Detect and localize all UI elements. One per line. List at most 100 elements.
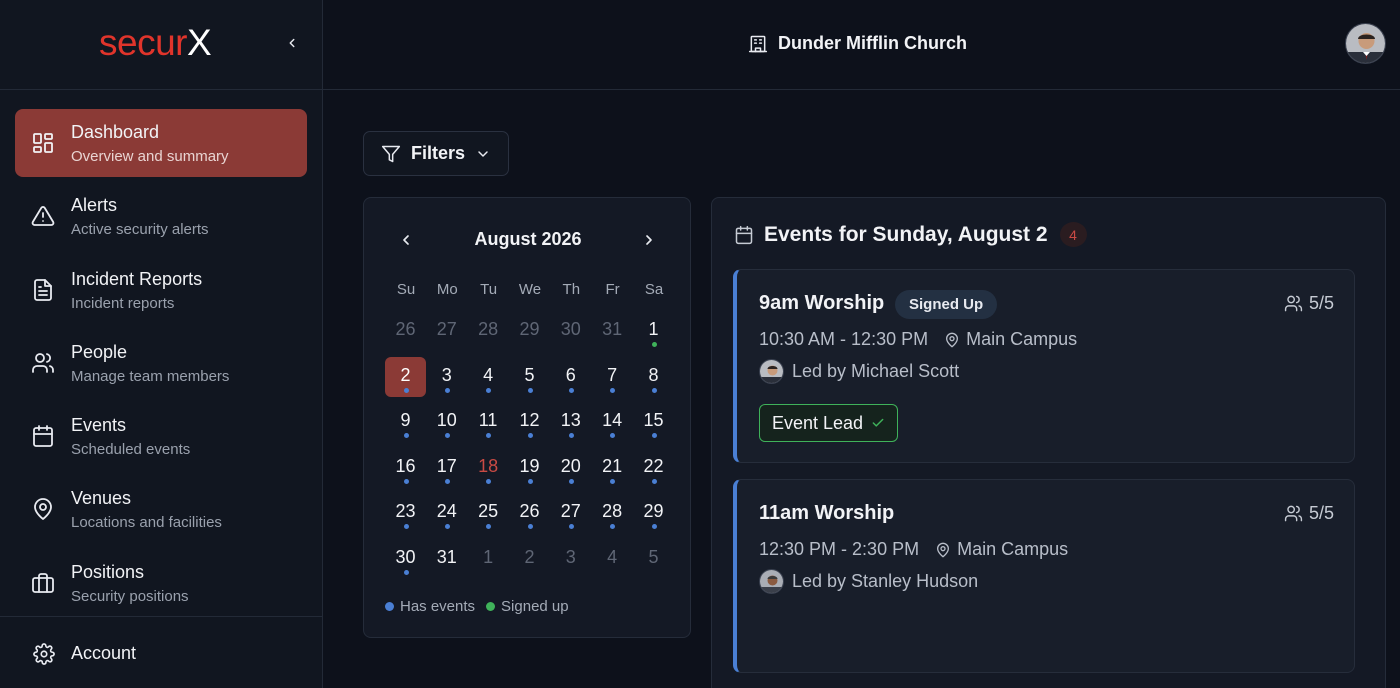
day-number: 5 xyxy=(524,364,535,385)
event-dot xyxy=(568,478,574,484)
event-dot xyxy=(651,524,657,529)
calendar-day[interactable]: 21 xyxy=(592,448,633,488)
calendar-day[interactable]: 13 xyxy=(550,402,591,442)
calendar-day[interactable]: 26 xyxy=(385,311,426,351)
calendar-weekdays: Su Mo Tu We Th Fr Sa xyxy=(385,281,675,301)
calendar-day[interactable]: 28 xyxy=(592,493,633,533)
sidebar-item-people[interactable]: People Manage team members xyxy=(15,329,307,397)
calendar-day[interactable]: 5 xyxy=(633,539,674,579)
day-number: 16 xyxy=(395,455,416,476)
day-number: 7 xyxy=(607,364,618,385)
calendar-day[interactable]: 27 xyxy=(550,493,591,533)
filters-button[interactable]: Filters xyxy=(363,131,509,176)
topbar: Dunder Mifflin Church xyxy=(323,0,1400,90)
day-number: 13 xyxy=(560,410,581,430)
calendar-day[interactable]: 29 xyxy=(633,493,674,533)
weekday-label: Th xyxy=(562,281,581,298)
sidebar-item-account[interactable]: Account xyxy=(15,635,307,671)
event-card[interactable]: 9am Worship Signed Up 5/5 10:30 AM - 12:… xyxy=(733,269,1355,463)
gear-icon xyxy=(33,643,55,665)
collapse-sidebar-button[interactable] xyxy=(282,33,302,53)
calendar-day[interactable]: 1 xyxy=(468,539,509,579)
calendar-day[interactable]: 7 xyxy=(592,357,633,397)
day-number: 12 xyxy=(519,410,540,430)
user-photo-icon xyxy=(760,360,783,383)
day-number: 24 xyxy=(436,501,457,521)
calendar-day[interactable]: 31 xyxy=(592,311,633,351)
day-number: 2 xyxy=(400,364,411,385)
calendar-day[interactable]: 30 xyxy=(550,311,591,351)
calendar-day[interactable]: 12 xyxy=(509,402,550,442)
calendar-day-today[interactable]: 18 xyxy=(468,448,509,488)
sidebar-item-title: Venues xyxy=(71,488,132,509)
day-number: 1 xyxy=(648,319,659,339)
event-leader: Led by Stanley Hudson xyxy=(759,569,978,594)
next-month-button[interactable] xyxy=(638,229,660,251)
event-dot xyxy=(403,478,409,484)
calendar-day[interactable]: 27 xyxy=(426,311,467,351)
sidebar-item-subtitle: Security positions xyxy=(71,587,189,605)
calendar-day[interactable]: 9 xyxy=(385,402,426,442)
event-dot xyxy=(486,524,492,529)
filter-icon xyxy=(381,145,401,162)
event-dot xyxy=(444,387,450,393)
calendar-day[interactable]: 24 xyxy=(426,493,467,533)
calendar-day[interactable]: 6 xyxy=(550,357,591,397)
sidebar-item-subtitle: Locations and facilities xyxy=(71,514,222,532)
calendar-day[interactable]: 8 xyxy=(633,357,674,397)
organization-switcher[interactable]: Dunder Mifflin Church xyxy=(748,33,967,54)
calendar-day[interactable]: 5 xyxy=(509,357,550,397)
calendar-day[interactable]: 23 xyxy=(385,493,426,533)
previous-month-button[interactable] xyxy=(395,229,417,251)
filters-label: Filters xyxy=(411,143,466,163)
brand-logo[interactable]: securX xyxy=(99,22,212,64)
day-number: 28 xyxy=(602,501,623,521)
dashboard-icon xyxy=(33,133,53,153)
calendar-day[interactable]: 17 xyxy=(426,448,467,488)
calendar-day[interactable]: 2 xyxy=(509,539,550,579)
calendar-day[interactable]: 22 xyxy=(633,448,674,488)
calendar-day[interactable]: 11 xyxy=(468,402,509,442)
calendar-day[interactable]: 4 xyxy=(468,357,509,397)
calendar-day[interactable]: 31 xyxy=(426,539,467,579)
user-avatar[interactable] xyxy=(1345,23,1386,64)
sidebar-item-title: People xyxy=(71,341,128,362)
sidebar-item-incident-reports[interactable]: Incident Reports Incident reports xyxy=(15,256,307,324)
calendar-day[interactable]: 3 xyxy=(550,539,591,579)
sidebar-item-events[interactable]: Events Scheduled events xyxy=(15,402,307,470)
calendar-day[interactable]: 1 xyxy=(633,311,674,351)
calendar-day[interactable]: 30 xyxy=(385,539,426,579)
calendar-day[interactable]: 10 xyxy=(426,402,467,442)
calendar-day[interactable]: 29 xyxy=(509,311,550,351)
sidebar-item-alerts[interactable]: Alerts Active security alerts xyxy=(15,182,307,250)
event-dot xyxy=(486,478,492,484)
calendar-day[interactable]: 28 xyxy=(468,311,509,351)
event-dot xyxy=(568,524,574,529)
event-time-row: 10:30 AM - 12:30 PM Main Campus xyxy=(759,329,1077,350)
calendar-day[interactable]: 14 xyxy=(592,402,633,442)
sidebar-footer: Account xyxy=(0,616,322,688)
users-icon xyxy=(1284,295,1303,312)
sidebar-item-title: Dashboard xyxy=(71,122,160,142)
sidebar-item-positions[interactable]: Positions Security positions xyxy=(15,549,307,617)
calendar-day[interactable]: 25 xyxy=(468,493,509,533)
leader-avatar xyxy=(759,569,784,594)
day-number: 29 xyxy=(643,501,664,521)
leader-avatar xyxy=(759,359,784,384)
event-card[interactable]: 11am Worship 5/5 12:30 PM - 2:30 PM Main… xyxy=(733,479,1355,673)
sidebar-nav: Dashboard Overview and summary Alerts Ac… xyxy=(0,90,322,617)
calendar-day[interactable]: 16 xyxy=(385,448,426,488)
sidebar-item-dashboard[interactable]: Dashboard Overview and summary xyxy=(15,109,307,177)
chevron-down-icon xyxy=(478,150,488,157)
calendar-day[interactable]: 15 xyxy=(633,402,674,442)
calendar-day[interactable]: 4 xyxy=(592,539,633,579)
calendar-day[interactable]: 3 xyxy=(426,357,467,397)
day-number: 10 xyxy=(436,410,457,430)
calendar-day[interactable]: 26 xyxy=(509,493,550,533)
calendar-day-selected[interactable]: 2 xyxy=(385,356,426,397)
event-dot xyxy=(610,524,616,529)
calendar-day[interactable]: 20 xyxy=(550,448,591,488)
sidebar-item-venues[interactable]: Venues Locations and facilities xyxy=(15,475,307,543)
day-number: 25 xyxy=(478,501,499,521)
calendar-day[interactable]: 19 xyxy=(509,448,550,488)
